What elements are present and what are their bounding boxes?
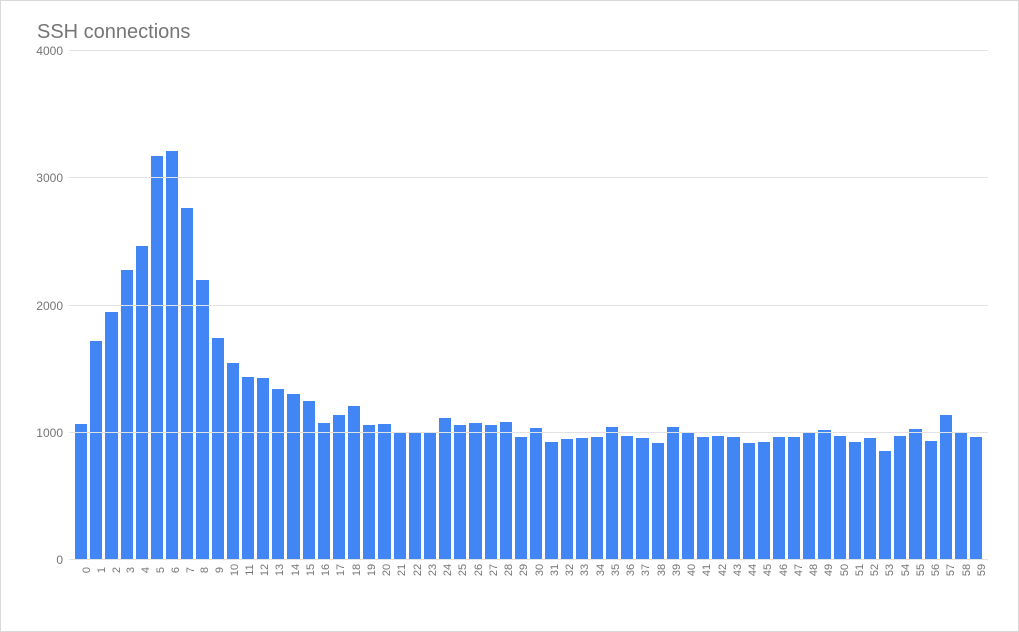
bar: [818, 430, 830, 559]
bar: [181, 208, 193, 559]
bar: [727, 437, 739, 559]
bar: [621, 436, 633, 559]
bar: [272, 389, 284, 560]
bar: [227, 363, 239, 559]
bar: [925, 441, 937, 559]
bar: [363, 425, 375, 559]
bar: [287, 394, 299, 559]
bar: [561, 439, 573, 559]
bar: [940, 415, 952, 559]
bar: [378, 424, 390, 559]
bar: [545, 442, 557, 559]
bar: [151, 156, 163, 559]
bar: [758, 442, 770, 559]
bar: [697, 437, 709, 559]
bar: [257, 378, 269, 559]
bar: [606, 427, 618, 559]
y-tick-label: 3000: [36, 171, 69, 185]
bar: [75, 424, 87, 559]
bar: [136, 246, 148, 559]
bar: [121, 270, 133, 559]
bar: [424, 432, 436, 559]
bar: [712, 436, 724, 559]
bar: [105, 312, 117, 559]
bar: [469, 423, 481, 559]
bar: [909, 429, 921, 559]
bar: [348, 406, 360, 559]
bar: [318, 423, 330, 559]
bar: [894, 436, 906, 559]
bar: [788, 437, 800, 559]
chart-area: 0 1000 2000 3000 4000 0123456789101112131415…: [69, 50, 988, 590]
chart-card: SSH connections 0 1000 2000 3000 4000 012345…: [0, 0, 1019, 632]
x-tick-label: 59: [976, 564, 1002, 576]
bar: [409, 433, 421, 559]
bar: [500, 422, 512, 559]
chart-title: SSH connections: [37, 21, 998, 44]
bar: [970, 437, 982, 559]
x-axis-labels: 0123456789101112131415161718192021222324…: [75, 564, 982, 590]
bar: [242, 377, 254, 559]
bar: [196, 280, 208, 559]
bar: [166, 151, 178, 559]
bar: [652, 443, 664, 559]
gridline: 3000: [69, 177, 988, 178]
bar: [90, 341, 102, 559]
bar: [803, 433, 815, 559]
bar: [636, 438, 648, 559]
y-tick-label: 1000: [36, 426, 69, 440]
bar: [394, 432, 406, 559]
bar: [834, 436, 846, 559]
bar: [879, 451, 891, 559]
bar: [485, 425, 497, 559]
gridline: 4000: [69, 50, 988, 51]
bar: [454, 425, 466, 559]
bar: [515, 437, 527, 559]
bar: [955, 433, 967, 559]
y-tick-label: 4000: [36, 44, 69, 58]
bar: [212, 338, 224, 559]
bar: [773, 437, 785, 559]
bar: [333, 415, 345, 559]
bar: [743, 443, 755, 559]
bar: [576, 438, 588, 559]
y-tick-label: 2000: [36, 299, 69, 313]
gridline: 2000: [69, 305, 988, 306]
bar: [682, 432, 694, 559]
gridline: 0: [69, 559, 988, 560]
bar: [591, 437, 603, 559]
bar: [530, 428, 542, 559]
plot-region: 0 1000 2000 3000 4000: [69, 50, 988, 560]
bar: [667, 427, 679, 559]
gridline: 1000: [69, 432, 988, 433]
bar: [864, 438, 876, 559]
bar: [849, 442, 861, 559]
bar: [303, 401, 315, 559]
y-tick-label: 0: [56, 553, 69, 567]
bar: [439, 418, 451, 559]
